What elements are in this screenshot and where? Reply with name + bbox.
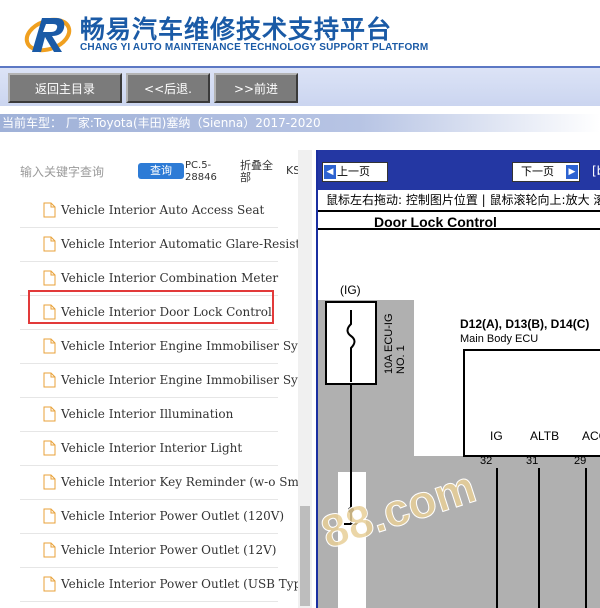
document-icon: [43, 270, 56, 286]
pc-code: PC.5- 28846: [185, 160, 217, 184]
tree-item[interactable]: Vehicle Interior Engine Immobiliser Syst…: [20, 330, 298, 364]
pin-num-29: 29: [574, 455, 586, 467]
brand-subtitle: CHANG YI AUTO MAINTENANCE TECHNOLOGY SUP…: [80, 42, 429, 53]
next-page-label: 下一页: [521, 165, 554, 178]
tree-item[interactable]: Vehicle Interior Key Reminder (w-o Smart…: [20, 466, 298, 500]
search-row: 输入关键字查询 查询 PC.5- 28846 折叠全 部 KS: [0, 150, 312, 194]
ecu-name: Main Body ECU: [460, 333, 538, 345]
platform-logo-icon: [24, 17, 72, 53]
forward-button[interactable]: >>前进: [214, 73, 298, 103]
tree-item[interactable]: Vehicle Interior Automatic Glare-Resista…: [20, 228, 298, 262]
tree-item-label: Vehicle Interior Power Outlet (120V): [61, 509, 285, 523]
pc-code-line-1: PC.5-: [185, 160, 212, 171]
next-page-button[interactable]: 下一页 ▶: [512, 162, 580, 182]
app-root: 畅易汽车维修技术支持平台 CHANG YI AUTO MAINTENANCE T…: [0, 0, 600, 608]
tree-item-label: Vehicle Interior Door Lock Control: [61, 305, 272, 319]
ecu-ids: D12(A), D13(B), D14(C): [460, 317, 589, 331]
fuse-name-1: 10A ECU-IG: [383, 313, 395, 374]
prev-page-label: 上一页: [337, 165, 370, 178]
arrow-right-icon: ▶: [566, 165, 578, 179]
tree-item-selected[interactable]: Vehicle Interior Door Lock Control: [20, 296, 278, 330]
arrow-left-icon: ◀: [324, 165, 336, 179]
tree-item[interactable]: Vehicle Interior Auto Access Seat: [20, 194, 278, 228]
tree-item-label: Vehicle Interior Automatic Glare-Resista…: [61, 237, 298, 251]
tree-item-label: Vehicle Interior Auto Access Seat: [61, 203, 265, 217]
fuse-name-2: NO. 1: [395, 345, 407, 374]
fuse-tag: (IG): [340, 283, 361, 297]
tree-item-label: Vehicle Interior Key Reminder (w-o Smart…: [61, 475, 298, 489]
pin-name-ig: IG: [490, 429, 503, 443]
wiring-diagram[interactable]: (IG) 10A ECU-IG NO. 1 D12(A), D13(B), D1…: [318, 232, 600, 608]
pin-num-32: 32: [480, 455, 492, 467]
toolbar-bracket: [b: [592, 164, 600, 178]
document-icon: [43, 440, 56, 456]
tree-item-label: Vehicle Interior Combination Meter: [61, 271, 279, 285]
document-icon: [43, 236, 56, 252]
nav-bar: 返回主目录 <<后退. >>前进: [0, 66, 600, 106]
tree-item-label: Vehicle Interior Engine Immobiliser Syst…: [61, 373, 298, 387]
tree-item[interactable]: Vehicle Interior Engine Immobiliser Syst…: [20, 364, 298, 398]
document-icon: [43, 406, 56, 422]
left-scrollbar[interactable]: [298, 150, 312, 608]
left-panel: 输入关键字查询 查询 PC.5- 28846 折叠全 部 KS Vehicle …: [0, 150, 312, 608]
tree-item-label: Vehicle Interior Interior Light: [61, 441, 243, 455]
tree-item[interactable]: Vehicle Interior Illumination: [20, 398, 278, 432]
tree-item-label: Vehicle Interior Power Outlet (12V): [61, 543, 277, 557]
collapse-all-button[interactable]: 折叠全 部: [240, 160, 273, 184]
tree-list: Vehicle Interior Auto Access Seat Vehicl…: [0, 194, 298, 608]
document-icon: [43, 372, 56, 388]
diagram-panel: ◀ 上一页 下一页 ▶ [b 鼠标左右拖动: 控制图片位置 | 鼠标滚轮向上:放…: [316, 150, 600, 608]
brand-title: 畅易汽车维修技术支持平台: [80, 15, 393, 44]
diagram-title: Door Lock Control: [318, 210, 600, 230]
tree-item-label: Vehicle Interior Illumination: [61, 407, 234, 421]
prev-page-button[interactable]: ◀ 上一页: [322, 162, 388, 182]
tree-item[interactable]: Vehicle Interior Power Outlet (12V): [20, 534, 278, 568]
main-menu-button[interactable]: 返回主目录: [8, 73, 122, 103]
tree-item[interactable]: Vehicle Interior Power Outlet (USB Type): [20, 568, 298, 602]
tree-item-label: Vehicle Interior Power Outlet (USB Type): [61, 577, 298, 591]
search-button[interactable]: 查询: [138, 163, 184, 179]
search-input[interactable]: 输入关键字查询: [20, 163, 104, 180]
pin-name-acc: ACC: [582, 429, 600, 443]
document-icon: [43, 508, 56, 524]
tree-item[interactable]: Vehicle Interior Interior Light: [20, 432, 278, 466]
diagram-hint: 鼠标左右拖动: 控制图片位置 | 鼠标滚轮向上:放大 滚: [318, 190, 600, 210]
document-icon: [43, 304, 56, 320]
header: 畅易汽车维修技术支持平台 CHANG YI AUTO MAINTENANCE T…: [0, 0, 600, 66]
tree-item[interactable]: Vehicle Interior Combination Meter: [20, 262, 278, 296]
diagram-toolbar: ◀ 上一页 下一页 ▶ [b: [318, 150, 600, 190]
tree-item[interactable]: Vehicle Interior Power Outlet (120V): [20, 500, 284, 534]
current-vehicle: 当前车型： 厂家:Toyota(丰田)塞纳（Sienna）2017-2020: [0, 114, 600, 132]
collapse-line-2: 部: [240, 171, 251, 184]
document-icon: [43, 202, 56, 218]
document-icon: [43, 542, 56, 558]
document-icon: [43, 576, 56, 592]
pin-num-31: 31: [526, 455, 538, 467]
pc-code-line-2: 28846: [185, 172, 217, 183]
pin-name-altb: ALTB: [530, 429, 559, 443]
tree-item-label: Vehicle Interior Engine Immobiliser Syst…: [61, 339, 298, 353]
document-icon: [43, 474, 56, 490]
document-icon: [43, 338, 56, 354]
back-button[interactable]: <<后退.: [126, 73, 210, 103]
scrollbar-thumb[interactable]: [300, 506, 310, 606]
